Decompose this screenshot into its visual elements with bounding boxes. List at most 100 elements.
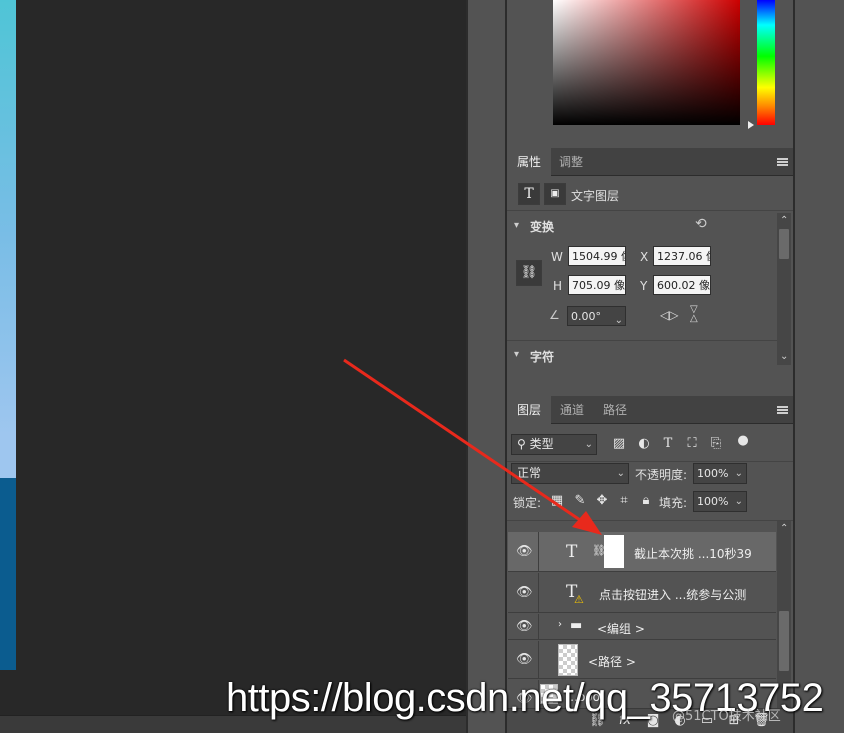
filter-toggle-icon[interactable]: ● [735, 433, 751, 448]
y-field[interactable]: 600.02 像 [653, 275, 711, 295]
x-field[interactable]: 1237.06 像 [653, 246, 711, 266]
width-field[interactable]: 1504.99 像 [568, 246, 626, 266]
chevron-down-icon[interactable]: ⌄ [615, 311, 623, 325]
filter-pixel-icon[interactable]: ▨ [611, 436, 627, 451]
filter-smart-object-icon[interactable]: ⎘ [708, 436, 724, 451]
scrollbar-thumb[interactable] [779, 611, 789, 671]
filter-shape-icon[interactable]: ⛶ [684, 436, 700, 451]
angle-field[interactable]: 0.00° ⌄ [567, 306, 626, 326]
flip-horizontal-icon[interactable]: ◁▷ [660, 308, 678, 322]
layer-row[interactable]: 👁︎ › ▬ <编组 > [508, 614, 776, 640]
panel-dock-strip [468, 0, 505, 733]
layer-row[interactable]: 👁︎ T ⚠ 点击按钮进入 ...统参与公测 [508, 573, 776, 613]
chevron-down-icon: ⌄ [734, 496, 743, 507]
panel-divider [466, 0, 468, 733]
color-saturation-field[interactable] [553, 0, 740, 125]
character-section-title[interactable]: 字符 [530, 348, 554, 365]
fill-label: 填充: [659, 496, 688, 510]
layer-row[interactable]: 👁︎ T ⛓ 截止本次挑 ...10秒39 [508, 532, 776, 572]
tab-channels[interactable]: 通道 [550, 396, 594, 424]
chevron-down-icon[interactable]: ▾ [514, 220, 519, 231]
divider [538, 641, 539, 679]
scroll-down-icon[interactable]: ⌄ [780, 351, 788, 362]
eye-icon[interactable]: 👁︎ [516, 620, 533, 633]
panel-divider [793, 0, 795, 733]
layer-row[interactable]: 👁︎ <路径 > [508, 641, 776, 679]
height-field[interactable]: 705.09 像素 [568, 275, 626, 295]
scroll-up-icon[interactable]: ⌃ [780, 215, 788, 226]
lock-image-pixels-icon[interactable]: ✎ [572, 493, 588, 508]
link-dimensions-icon[interactable]: ⛓ [516, 260, 542, 286]
x-label: X [640, 250, 649, 264]
angle-value: 0.00° [571, 310, 601, 323]
lock-artboard-icon[interactable]: ⌗ [616, 493, 632, 508]
hue-slider-marker[interactable] [748, 121, 754, 129]
layer-thumbnail[interactable] [558, 644, 578, 676]
tab-paths[interactable]: 路径 [593, 396, 637, 424]
chevron-right-icon[interactable]: › [558, 619, 562, 630]
tab-adjustments[interactable]: 调整 [549, 148, 593, 176]
filter-adjustment-icon[interactable]: ◐ [636, 436, 652, 451]
angle-icon: ∠ [549, 308, 560, 322]
tab-layers[interactable]: 图层 [507, 396, 552, 424]
divider [507, 340, 777, 341]
blend-mode-select[interactable]: 正常 ⌄ [511, 463, 629, 484]
lock-label: 锁定: [513, 496, 542, 510]
lock-all-icon[interactable]: 🔒︎ [638, 493, 654, 508]
filter-kind-value: 类型 [529, 437, 554, 451]
watermark-credit: @51CTO技术社区 [672, 709, 781, 724]
text-layer-icon: T [566, 542, 578, 562]
chevron-down-icon: ⌄ [734, 468, 743, 479]
lock-position-icon[interactable]: ✥ [594, 493, 610, 508]
divider [538, 614, 539, 640]
chevron-down-icon: ⌄ [616, 468, 625, 479]
scroll-up-icon[interactable]: ⌃ [780, 523, 788, 534]
eye-icon[interactable]: 👁︎ [516, 586, 533, 599]
chevron-down-icon[interactable]: ▾ [514, 349, 519, 360]
layer-name[interactable]: <路径 > [588, 653, 636, 670]
opacity-label: 不透明度: [635, 468, 688, 482]
eye-icon[interactable]: 👁︎ [516, 545, 533, 558]
folder-icon: ▬ [570, 618, 583, 633]
search-icon: ⚲ [517, 437, 526, 451]
opacity-field[interactable]: 100% ⌄ [693, 463, 747, 484]
layer-mask-thumbnail[interactable] [604, 535, 624, 568]
hue-slider[interactable] [757, 0, 775, 125]
fill-value: 100% [697, 495, 729, 508]
panel-menu-icon[interactable] [777, 158, 788, 166]
fill-field[interactable]: 100% ⌄ [693, 491, 747, 512]
filter-type-icon[interactable]: T [660, 436, 676, 451]
lock-transparent-pixels-icon[interactable]: ▦ [549, 493, 565, 508]
flip-vertical-icon[interactable]: ▽ △ [690, 305, 698, 324]
mask-icon[interactable]: ▣ [544, 183, 566, 205]
y-label: Y [640, 279, 648, 293]
layers-tabbar: 图层 通道 路径 [507, 396, 793, 424]
scrollbar-thumb[interactable] [779, 229, 789, 259]
eye-icon[interactable]: 👁︎ [516, 653, 533, 666]
transform-section-title[interactable]: 变换 [530, 218, 554, 235]
layer-name[interactable]: 点击按钮进入 ...统参与公测 [599, 586, 746, 603]
divider [507, 461, 793, 462]
text-layer-icon: T [518, 183, 540, 205]
blend-mode-value: 正常 [517, 466, 542, 480]
reset-transform-icon[interactable]: ⟲ [695, 216, 707, 232]
height-label: H [553, 279, 563, 293]
right-dock-strip [793, 0, 844, 733]
divider [507, 520, 793, 521]
document-canvas[interactable] [0, 0, 466, 715]
layer-type-label: 文字图层 [571, 189, 620, 203]
chevron-down-icon: ⌄ [584, 439, 593, 450]
layer-name[interactable]: <编组 > [597, 620, 645, 637]
width-label: W [551, 250, 563, 264]
tab-properties[interactable]: 属性 [507, 148, 552, 176]
divider [507, 210, 793, 211]
layer-name[interactable]: 截止本次挑 ...10秒39 [634, 545, 752, 562]
panel-menu-icon[interactable] [777, 406, 788, 414]
document-image-edge-bottom [0, 478, 16, 670]
properties-panel: T ▣ 文字图层 ▾ 变换 ⟲ ⛓ W 1504.99 像 X 1237.06 … [507, 177, 793, 392]
warning-icon: ⚠ [574, 593, 584, 606]
divider [538, 532, 539, 572]
properties-scrollbar[interactable]: ⌃ ⌄ [777, 213, 791, 365]
opacity-value: 100% [697, 467, 729, 480]
layer-filter-kind-select[interactable]: ⚲ 类型 ⌄ [511, 434, 597, 455]
